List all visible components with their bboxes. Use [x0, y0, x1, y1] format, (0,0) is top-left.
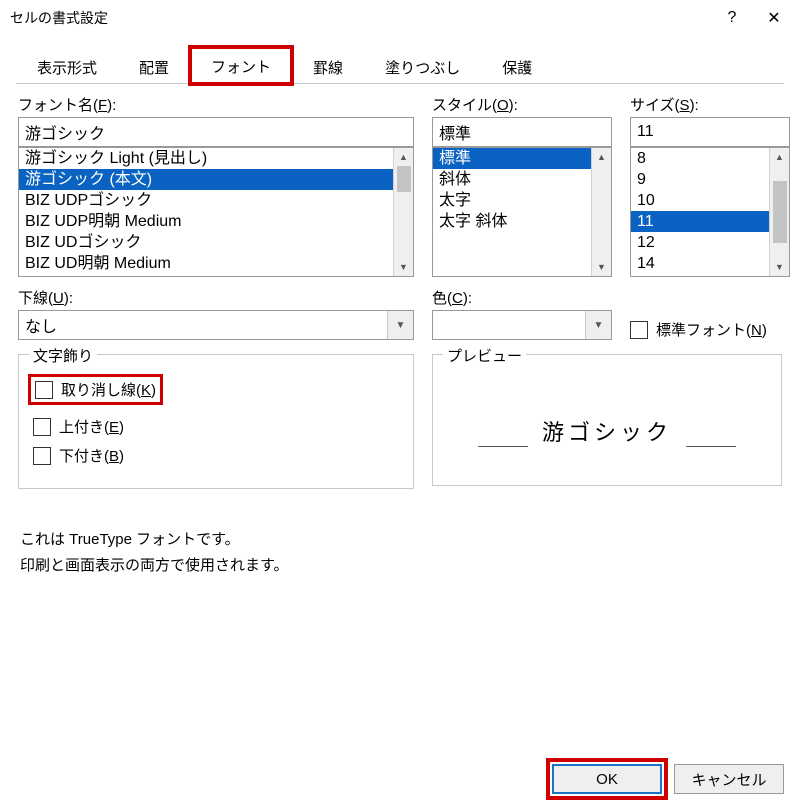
list-item[interactable]: BIZ UDゴシック: [19, 232, 393, 253]
tab-bar: 表示形式 配置 フォント 罫線 塗りつぶし 保護: [16, 46, 784, 84]
preview-legend: プレビュー: [443, 345, 526, 366]
list-item[interactable]: BIZ UDP明朝 Medium: [19, 211, 393, 232]
dialog-title: セルの書式設定: [10, 8, 108, 28]
tab-alignment[interactable]: 配置: [118, 48, 190, 84]
list-item[interactable]: 12: [631, 232, 769, 253]
list-item[interactable]: 8: [631, 148, 769, 169]
color-combobox[interactable]: ▼: [432, 310, 612, 340]
strikethrough-checkbox[interactable]: 取り消し線(K): [33, 379, 158, 400]
style-label: スタイル(O):: [432, 94, 612, 115]
scroll-thumb[interactable]: [773, 181, 787, 243]
size-scrollbar[interactable]: ▲ ▼: [769, 148, 789, 276]
footer-text: これは TrueType フォントです。 印刷と画面表示の両方で使用されます。: [20, 527, 782, 579]
list-item[interactable]: 9: [631, 169, 769, 190]
scroll-down-icon[interactable]: ▼: [394, 258, 413, 276]
superscript-checkbox[interactable]: 上付き(E): [33, 416, 399, 437]
checkbox-icon: [35, 381, 53, 399]
underline-combobox[interactable]: なし ▼: [18, 310, 414, 340]
tab-fill[interactable]: 塗りつぶし: [364, 48, 481, 84]
ok-button[interactable]: OK: [552, 764, 662, 794]
font-name-label: フォント名(F):: [18, 94, 414, 115]
size-listbox[interactable]: 8 9 10 11 12 14 ▲ ▼: [630, 147, 790, 277]
preview-text: 游ゴシック: [542, 415, 672, 447]
list-item[interactable]: 11: [631, 211, 769, 232]
list-item[interactable]: 10: [631, 190, 769, 211]
effects-groupbox: 文字飾り 取り消し線(K) 上付き(E) 下付き(B): [18, 354, 414, 489]
size-input[interactable]: [630, 117, 790, 147]
titlebar: セルの書式設定 ? ✕: [0, 0, 800, 36]
cancel-button[interactable]: キャンセル: [674, 764, 784, 794]
list-item[interactable]: 太字: [433, 190, 591, 211]
list-item[interactable]: BIZ UDPゴシック: [19, 190, 393, 211]
tab-number-format[interactable]: 表示形式: [16, 48, 118, 84]
tab-font[interactable]: フォント: [190, 47, 292, 84]
list-item[interactable]: 太字 斜体: [433, 211, 591, 232]
underline-label: 下線(U):: [18, 287, 414, 308]
close-icon[interactable]: ✕: [754, 4, 794, 32]
list-item[interactable]: 標準: [433, 148, 591, 169]
scroll-thumb[interactable]: [397, 166, 411, 192]
font-name-input[interactable]: [18, 117, 414, 147]
format-cells-dialog: セルの書式設定 ? ✕ 表示形式 配置 フォント 罫線 塗りつぶし 保護 フォン…: [0, 0, 800, 810]
normal-font-checkbox[interactable]: 標準フォント(N): [630, 319, 767, 340]
list-item[interactable]: 游ゴシック (本文): [19, 169, 393, 190]
help-icon[interactable]: ?: [712, 4, 752, 32]
tab-border[interactable]: 罫線: [292, 48, 364, 84]
list-item[interactable]: 斜体: [433, 169, 591, 190]
subscript-checkbox[interactable]: 下付き(B): [33, 445, 399, 466]
style-listbox[interactable]: 標準 斜体 太字 太字 斜体 ▲ ▼: [432, 147, 612, 277]
preview-line-right: [686, 446, 736, 447]
scroll-down-icon[interactable]: ▼: [592, 258, 611, 276]
scroll-down-icon[interactable]: ▼: [770, 258, 789, 276]
scroll-up-icon[interactable]: ▲: [770, 148, 789, 166]
checkbox-icon: [33, 447, 51, 465]
list-item[interactable]: 游ゴシック Light (見出し): [19, 148, 393, 169]
button-bar: OK キャンセル: [552, 764, 784, 794]
style-input[interactable]: [432, 117, 612, 147]
scroll-up-icon[interactable]: ▲: [592, 148, 611, 166]
style-scrollbar[interactable]: ▲ ▼: [591, 148, 611, 276]
checkbox-icon: [630, 321, 648, 339]
preview-line-left: [478, 446, 528, 447]
checkbox-icon: [33, 418, 51, 436]
size-label: サイズ(S):: [630, 94, 790, 115]
scroll-up-icon[interactable]: ▲: [394, 148, 413, 166]
color-label: 色(C):: [432, 287, 612, 308]
list-item[interactable]: 14: [631, 253, 769, 274]
chevron-down-icon[interactable]: ▼: [387, 311, 413, 339]
font-name-scrollbar[interactable]: ▲ ▼: [393, 148, 413, 276]
tab-protection[interactable]: 保護: [481, 48, 553, 84]
preview-groupbox: プレビュー 游ゴシック: [432, 354, 782, 486]
font-name-listbox[interactable]: 游ゴシック Light (見出し) 游ゴシック (本文) BIZ UDPゴシック…: [18, 147, 414, 277]
list-item[interactable]: BIZ UD明朝 Medium: [19, 253, 393, 274]
effects-legend: 文字飾り: [29, 345, 97, 366]
chevron-down-icon[interactable]: ▼: [585, 311, 611, 339]
